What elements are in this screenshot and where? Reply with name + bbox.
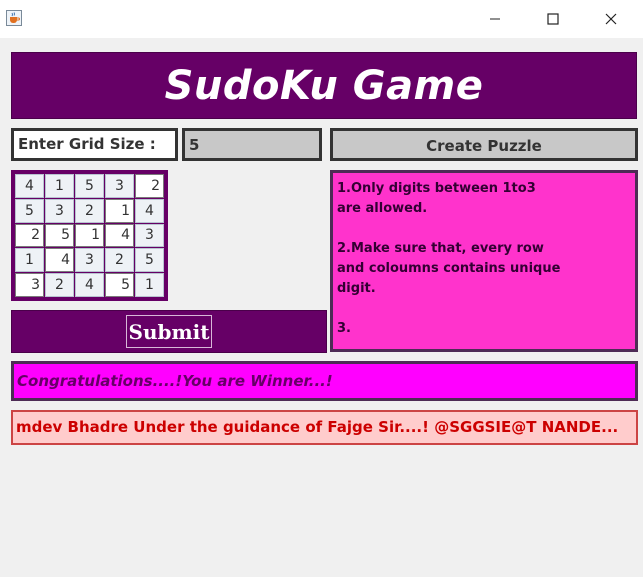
close-button[interactable] [582,0,640,38]
app-title: SudoKu Game [164,62,484,109]
grid-cell: 3 [105,174,134,198]
grid-cell: 4 [135,198,164,223]
grid-cell: 5 [135,248,164,273]
grid-cell-input[interactable]: 3 [15,273,44,297]
submit-panel: Submit [11,310,327,353]
java-cup-icon [6,10,22,26]
grid-cell-input[interactable]: 5 [45,223,74,248]
grid-cell: 3 [75,248,104,273]
grid-size-label: Enter Grid Size : [11,128,178,161]
maximize-icon [547,13,559,25]
minimize-icon [490,18,500,20]
grid-cell-input[interactable]: 2 [135,174,164,198]
title-banner: SudoKu Game [11,52,637,119]
grid-cell: 5 [15,198,44,223]
footer-marquee: mdev Bhadre Under the guidance of Fajge … [11,410,638,445]
grid-size-input[interactable] [182,128,322,161]
minimize-button[interactable] [466,0,524,38]
grid-cell-input[interactable]: 5 [105,273,134,297]
grid-cell-input[interactable]: 4 [45,248,74,273]
grid-cell-input[interactable]: 4 [105,223,134,248]
grid-cell: 5 [75,174,104,198]
grid-cell: 3 [45,198,74,223]
create-puzzle-button[interactable]: Create Puzzle [330,128,638,161]
grid-cell: 2 [45,273,74,297]
grid-cell: 3 [135,223,164,248]
grid-cell-input[interactable]: 2 [15,223,44,248]
submit-button[interactable]: Submit [125,315,213,348]
grid-cell: 1 [135,273,164,297]
grid-cell: 4 [15,174,44,198]
grid-cell-input[interactable]: 1 [75,223,104,248]
window-titlebar [0,0,643,38]
maximize-button[interactable] [524,0,582,38]
close-icon [605,13,617,25]
grid-cell: 2 [105,248,134,273]
grid-cell: 2 [75,198,104,223]
grid-cell: 1 [45,174,74,198]
grid-cell: 4 [75,273,104,297]
sudoku-grid: 4153253214251431432532451 [11,170,168,301]
rules-panel: 1.Only digits between 1to3 are allowed. … [330,170,638,352]
grid-cell: 1 [15,248,44,273]
status-message: Congratulations....!You are Winner...! [11,361,638,401]
grid-cell-input[interactable]: 1 [105,198,134,223]
